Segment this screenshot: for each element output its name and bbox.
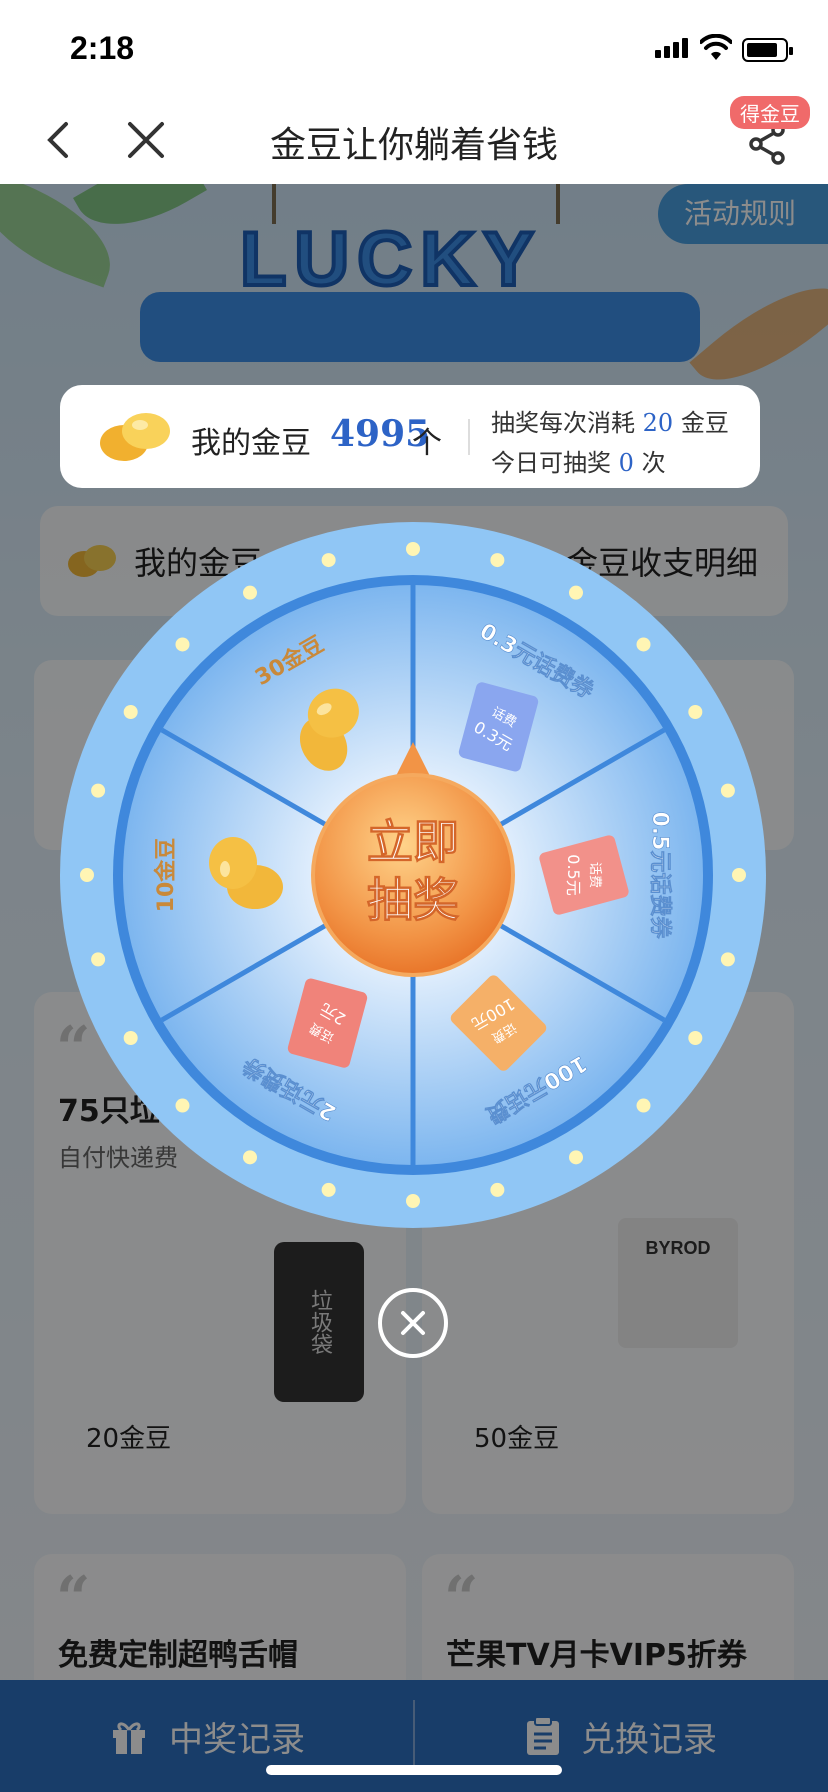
wheel-light [720,783,735,798]
wheel-light [123,705,138,719]
wheel-light [688,705,703,719]
my-beans-label: 我的金豆 [191,426,311,461]
wheel-light [732,868,746,882]
wheel-light [406,542,420,556]
prize-label: 0.5元话费券 [647,812,673,940]
remaining-prefix: 今日可抽奖 [491,449,611,477]
cellular-signal-icon [655,38,691,58]
draws-remaining: 今日可抽奖 0 次 [491,443,666,478]
wheel-light [175,1098,190,1113]
wheel-light [406,1194,420,1208]
status-bar: 2:18 [0,0,828,96]
wheel-light [321,553,336,568]
draw-button-line2: 抽奖 [367,873,459,927]
voucher-type: 话费 [587,862,602,888]
gold-bean-icon [100,413,170,461]
gold-bean-icon [209,837,257,889]
wheel-light [80,868,94,882]
home-indicator [266,1765,562,1775]
remaining-value: 0 [618,449,634,477]
wheel-light [636,637,651,652]
nav-bar: 金豆让你躺着省钱 得金豆 [0,96,828,184]
cost-suffix: 金豆 [680,409,729,437]
wheel-light [91,783,106,798]
wheel-graphic: 0.3元话费券话费0.3元0.5元话费券话费0.5元100元话费话费100元2元… [60,522,766,1228]
draw-button-line1: 立即 [367,815,459,869]
earn-beans-badge[interactable]: 得金豆 [730,96,810,129]
voucher-value: 0.5元 [564,854,583,895]
wheel-light [91,952,106,967]
wheel-light [175,637,190,652]
wheel-light [321,1182,336,1197]
close-dialog-button[interactable] [378,1288,448,1358]
wheel-light [720,952,735,967]
wheel-light [688,1031,703,1045]
wheel-light [569,1150,583,1165]
wheel-light [569,585,583,600]
prize-label: 10金豆 [153,838,179,913]
remaining-suffix: 次 [641,449,666,477]
bean-highlight [220,861,230,877]
wheel-light [490,553,505,568]
bean-unit: 个 [412,426,442,461]
close-icon [401,1311,425,1335]
wheel-light [243,1150,257,1165]
lucky-wheel: 0.3元话费券 话费 0.3元 0.5元话费券 话费 0.5元 100元话费 话费 100元 2元… [58,520,768,1230]
wheel-light [123,1031,138,1045]
divider [468,419,470,455]
wheel-light [243,585,257,600]
wifi-icon [700,34,732,60]
battery-icon [742,38,793,62]
cost-value: 20 [642,409,674,437]
points-card: 我的金豆 4995 个 抽奖每次消耗 20 金豆 今日可抽奖 0 次 [60,385,760,488]
wheel-light [490,1182,505,1197]
status-time: 2:18 [70,30,135,66]
cost-prefix: 抽奖每次消耗 [491,409,635,437]
page-title: 金豆让你躺着省钱 [269,125,558,166]
wheel-light [636,1098,651,1113]
cost-per-draw: 抽奖每次消耗 20 金豆 [491,403,729,438]
